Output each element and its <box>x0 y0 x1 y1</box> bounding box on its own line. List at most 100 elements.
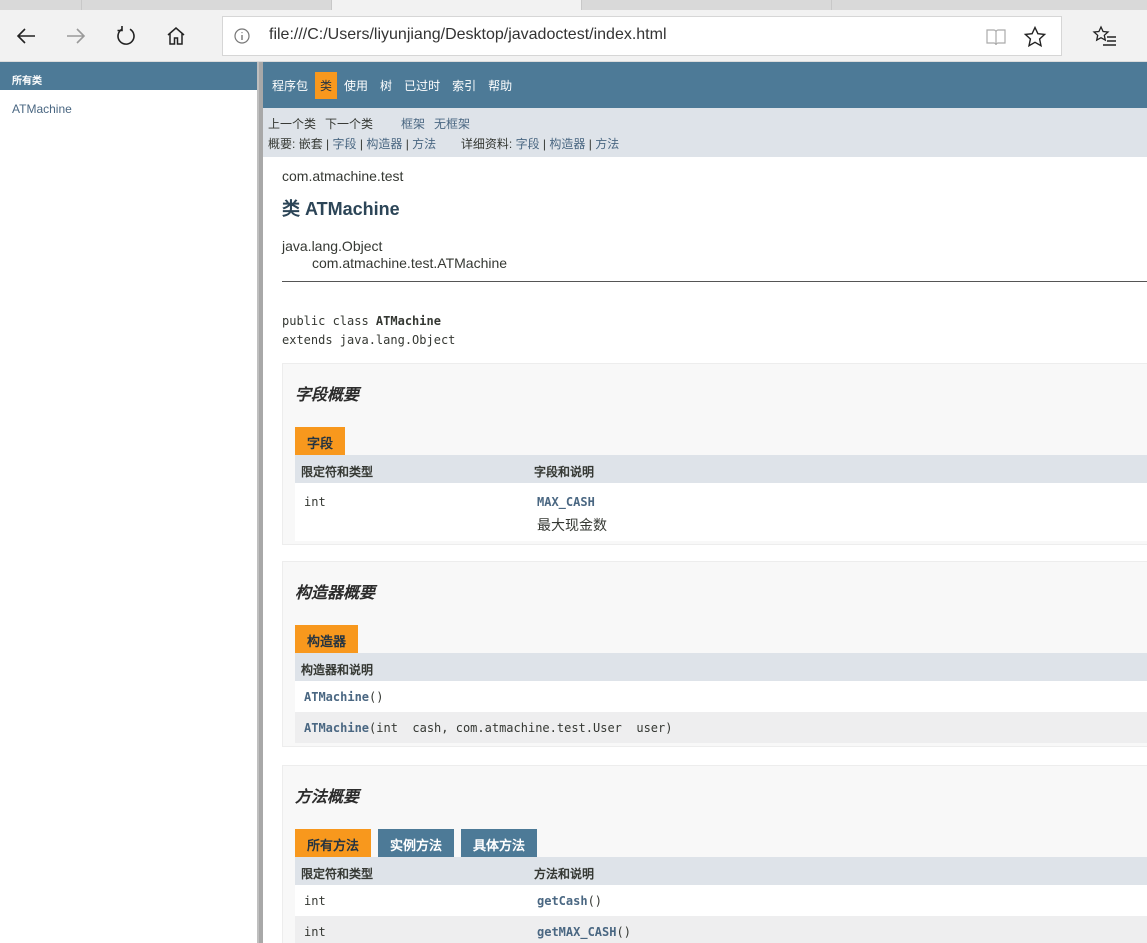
separator: | <box>326 137 330 151</box>
all-classes-frame: 所有类 ATMachine <box>0 62 259 943</box>
detail-field-link[interactable]: 字段 <box>516 137 540 151</box>
constructor-signature: ATMachine(int cash, com.atmachine.test.U… <box>304 721 672 735</box>
tab-strip <box>0 0 1147 10</box>
forward-arrow-icon <box>67 28 86 44</box>
class-link-atmachine[interactable]: ATMachine <box>12 102 257 116</box>
constructor-summary-block: 构造器概要 构造器 构造器和说明 ATMachine() ATMachine(i… <box>282 561 1147 747</box>
forward-button[interactable] <box>58 18 94 54</box>
frames-link[interactable]: 框架 <box>401 117 425 131</box>
browser-tab[interactable] <box>0 0 82 10</box>
refresh-icon <box>117 26 135 45</box>
method-params: () <box>616 925 631 939</box>
constructor-link[interactable]: ATMachine <box>304 721 369 735</box>
sub-nav-bar: 上一个类 下一个类 框架 无框架 概要: 嵌套 | 字段 | 构造器 | 方法 详细资… <box>263 108 1147 157</box>
star-icon[interactable] <box>1023 25 1047 49</box>
detail-constructor-link[interactable]: 构造器 <box>549 137 585 151</box>
field-type: int <box>304 495 326 509</box>
method-summary-heading: 方法概要 <box>295 789 360 806</box>
tab-all-methods[interactable]: 所有方法 <box>295 829 372 857</box>
method-summary-block: 方法概要 所有方法 实例方法 具体方法 限定符和类型 方法和说明 int get… <box>282 765 1147 943</box>
separator: | <box>359 137 363 151</box>
back-arrow-icon <box>16 28 35 44</box>
col-modifier-type: 限定符和类型 <box>301 867 374 881</box>
browser-tab-active[interactable] <box>332 0 582 10</box>
constructor-signature: ATMachine() <box>304 690 383 704</box>
signature-prefix: public class <box>282 314 376 328</box>
signature-class-name: ATMachine <box>375 314 441 328</box>
method-signature: getMAX_CASH() <box>537 925 631 939</box>
home-icon <box>167 27 185 45</box>
field-caption-tab: 字段 <box>295 427 346 455</box>
favorites-hub-icon[interactable] <box>1092 24 1118 50</box>
no-frames-link[interactable]: 无框架 <box>434 117 470 131</box>
method-return-type: int <box>304 894 326 908</box>
method-link-get-cash[interactable]: getCash <box>537 894 588 908</box>
address-bar[interactable]: file:///C:/Users/liyunjiang/Desktop/java… <box>222 16 1062 56</box>
method-link-get-max-cash[interactable]: getMAX_CASH <box>537 925 616 939</box>
field-table-header: 限定符和类型 字段和说明 <box>295 455 1147 483</box>
field-link-max-cash[interactable]: MAX_CASH <box>537 495 595 509</box>
constructor-caption-tab: 构造器 <box>295 625 359 653</box>
separator: | <box>588 137 592 151</box>
table-row: ATMachine() <box>295 681 1147 712</box>
detail-label: 详细资料: <box>460 137 513 151</box>
method-table-header: 限定符和类型 方法和说明 <box>295 857 1147 885</box>
inheritance-root: java.lang.Object <box>282 238 383 254</box>
table-row: int getCash() <box>295 885 1147 916</box>
refresh-button[interactable] <box>108 18 144 54</box>
field-description: 最大现金数 <box>537 517 607 533</box>
table-row: int getMAX_CASH() <box>295 916 1147 943</box>
summary-constructor-link[interactable]: 构造器 <box>366 137 402 151</box>
nav-tree[interactable]: 树 <box>375 72 397 99</box>
col-constructor-description: 构造器和说明 <box>301 663 374 677</box>
browser-tab[interactable] <box>82 0 332 10</box>
col-modifier-type: 限定符和类型 <box>301 465 374 479</box>
reading-view-icon[interactable] <box>985 26 1007 48</box>
nav-help[interactable]: 帮助 <box>483 72 517 99</box>
home-button[interactable] <box>158 18 194 54</box>
summary-method-link[interactable]: 方法 <box>412 137 436 151</box>
col-field-description: 字段和说明 <box>534 465 595 479</box>
nav-deprecated[interactable]: 已过时 <box>399 72 445 99</box>
prev-class-text: 上一个类 <box>268 117 317 131</box>
info-icon[interactable] <box>233 27 251 45</box>
back-button[interactable] <box>8 18 44 54</box>
class-signature: public class ATMachine extends java.lang… <box>282 312 455 350</box>
detail-method-link[interactable]: 方法 <box>595 137 619 151</box>
inheritance-child: com.atmachine.test.ATMachine <box>312 255 508 271</box>
separator: | <box>542 137 547 151</box>
col-method-description: 方法和说明 <box>534 867 595 881</box>
tab-instance-methods[interactable]: 实例方法 <box>378 829 455 857</box>
constructor-table-header: 构造器和说明 <box>295 653 1147 681</box>
nav-index[interactable]: 索引 <box>447 72 481 99</box>
summary-label: 概要: <box>268 137 296 151</box>
constructor-params: (int cash, com.atmachine.test.User user) <box>369 721 673 735</box>
all-classes-header: 所有类 <box>0 62 257 90</box>
tab-concrete-methods[interactable]: 具体方法 <box>461 829 538 857</box>
signature-extends: extends java.lang.Object <box>282 333 456 347</box>
table-row: ATMachine(int cash, com.atmachine.test.U… <box>295 712 1147 743</box>
method-params: () <box>587 894 603 908</box>
browser-tab[interactable] <box>582 0 832 10</box>
nav-use[interactable]: 使用 <box>339 72 373 99</box>
summary-nested: 嵌套 <box>298 137 323 151</box>
field-summary-block: 字段概要 字段 限定符和类型 字段和说明 int MAX_CASH 最大现金数 <box>282 363 1147 545</box>
browser-toolbar: file:///C:/Users/liyunjiang/Desktop/java… <box>0 10 1147 62</box>
constructor-params: () <box>369 690 384 704</box>
summary-field-link[interactable]: 字段 <box>333 137 357 151</box>
divider <box>282 281 1147 282</box>
url-text[interactable]: file:///C:/Users/liyunjiang/Desktop/java… <box>269 26 667 44</box>
field-summary-heading: 字段概要 <box>295 387 360 404</box>
top-nav-bar: 程序包 类 使用 树 已过时 索引 帮助 <box>263 62 1147 108</box>
separator: | <box>405 137 409 151</box>
nav-class: 类 <box>315 71 338 99</box>
constructor-summary-heading: 构造器概要 <box>295 585 376 602</box>
method-return-type: int <box>304 925 326 939</box>
class-title: 类 ATMachine <box>282 199 400 219</box>
nav-package[interactable]: 程序包 <box>267 72 313 99</box>
method-signature: getCash() <box>537 894 602 908</box>
next-class-text: 下一个类 <box>325 117 374 131</box>
table-row: int MAX_CASH 最大现金数 <box>295 483 1147 541</box>
constructor-link[interactable]: ATMachine <box>304 690 369 704</box>
package-name: com.atmachine.test <box>282 168 404 184</box>
